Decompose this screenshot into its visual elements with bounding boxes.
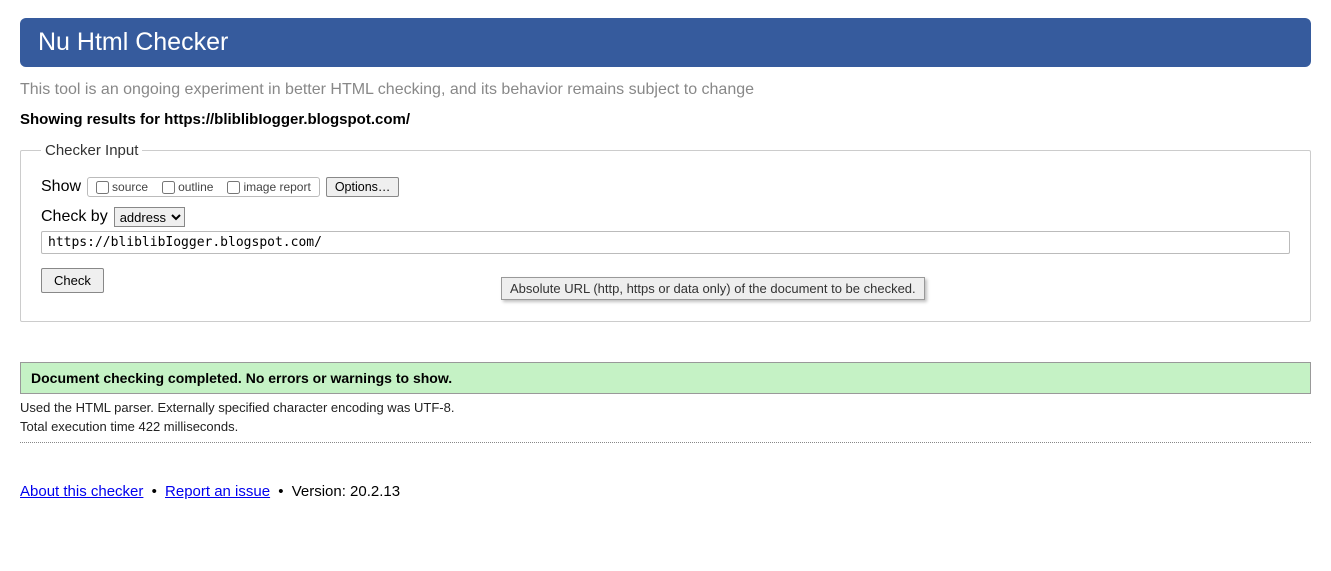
intro-text: This tool is an ongoing experiment in be… (20, 81, 1311, 99)
results-heading: Showing results for https://bliblibIogge… (20, 111, 1311, 128)
separator (20, 442, 1311, 443)
source-checkbox-text: source (112, 180, 148, 194)
show-checkbox-group: source outline image report (87, 177, 320, 197)
outline-checkbox-text: outline (178, 180, 213, 194)
execution-time: Total execution time 422 milliseconds. (20, 419, 1311, 434)
show-label: Show (41, 178, 81, 196)
show-row: Show source outline image report Options… (41, 177, 1290, 197)
check-button[interactable]: Check (41, 268, 104, 293)
check-by-row: Check by address (41, 207, 1290, 227)
parser-info: Used the HTML parser. Externally specifi… (20, 400, 1311, 415)
bullet-separator: • (152, 483, 157, 500)
image-report-checkbox-label[interactable]: image report (227, 180, 310, 194)
url-input[interactable] (41, 231, 1290, 254)
bullet-separator: • (278, 483, 283, 500)
check-by-label: Check by (41, 208, 108, 226)
outline-checkbox[interactable] (162, 181, 175, 194)
version-label: Version: 20.2.13 (292, 483, 400, 500)
page-title: Nu Html Checker (38, 28, 228, 56)
success-message: Document checking completed. No errors o… (20, 362, 1311, 394)
report-issue-link[interactable]: Report an issue (165, 483, 270, 500)
image-report-checkbox[interactable] (227, 181, 240, 194)
options-button[interactable]: Options… (326, 177, 400, 197)
image-report-checkbox-text: image report (243, 180, 310, 194)
footer: About this checker • Report an issue • V… (20, 483, 1311, 500)
checker-input-fieldset: Checker Input Show source outline image … (20, 142, 1311, 322)
url-tooltip: Absolute URL (http, https or data only) … (501, 277, 925, 300)
checker-input-legend: Checker Input (41, 142, 142, 159)
check-by-select[interactable]: address (114, 207, 185, 227)
source-checkbox[interactable] (96, 181, 109, 194)
source-checkbox-label[interactable]: source (96, 180, 148, 194)
about-link[interactable]: About this checker (20, 483, 143, 500)
outline-checkbox-label[interactable]: outline (162, 180, 213, 194)
page-banner: Nu Html Checker (20, 18, 1311, 67)
